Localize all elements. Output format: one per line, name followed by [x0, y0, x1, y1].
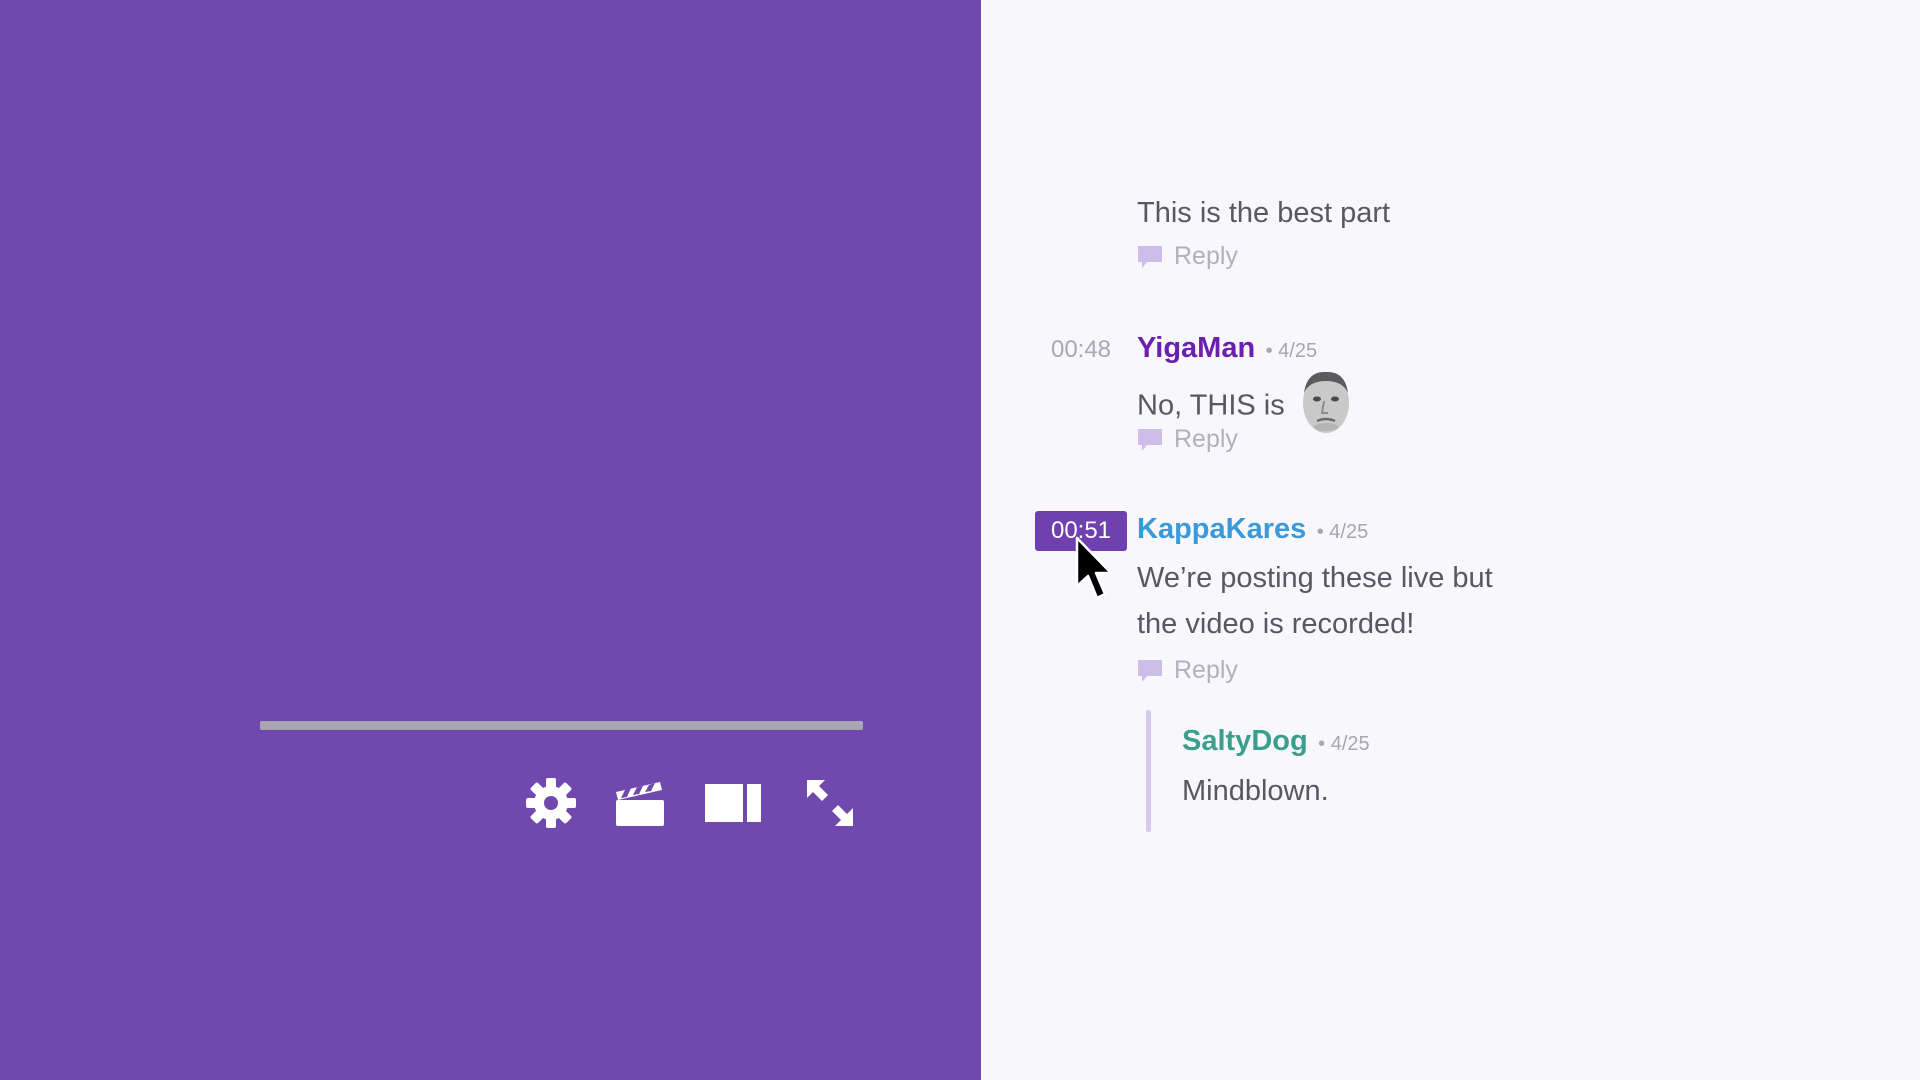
comment-message: No, THIS is	[1137, 389, 1285, 422]
comment-date: • 4/25	[1316, 521, 1369, 543]
video-player[interactable]	[0, 0, 981, 1080]
theater-mode-button[interactable]	[701, 772, 765, 834]
speech-bubble-icon	[1138, 659, 1162, 682]
comment-date: • 4/25	[1265, 340, 1318, 362]
comments-panel: This is the best part Reply 00:48 YigaMa…	[981, 0, 1920, 1080]
reply-label: Reply	[1174, 656, 1238, 684]
reply-button[interactable]: Reply	[1137, 242, 1238, 271]
clip-button[interactable]	[610, 772, 670, 834]
reply-label: Reply	[1174, 425, 1238, 453]
username[interactable]: KappaKares	[1137, 513, 1306, 545]
comment-timestamp[interactable]: 00:48	[1035, 330, 1127, 370]
reply-button[interactable]: Reply	[1137, 656, 1238, 685]
reply-button[interactable]: Reply	[1137, 425, 1238, 454]
gear-icon	[526, 778, 576, 828]
comment-header: KappaKares • 4/25	[1137, 513, 1368, 546]
speech-bubble-icon	[1138, 428, 1162, 451]
clapperboard-icon	[616, 782, 664, 826]
reply-header: SaltyDog • 4/25	[1182, 725, 1370, 758]
comment-message: This is the best part	[1137, 197, 1391, 229]
reply-label: Reply	[1174, 242, 1238, 270]
mouse-cursor-icon	[1075, 536, 1113, 600]
reply-message: Mindblown.	[1182, 775, 1329, 807]
reply-thread-line	[1146, 710, 1151, 832]
comment-date: • 4/25	[1318, 733, 1370, 755]
comment-message-line: We’re posting these live but	[1137, 562, 1493, 594]
comment-header: YigaMan • 4/25	[1137, 332, 1317, 365]
speech-bubble-icon	[1138, 245, 1162, 268]
kappa-emote-icon	[1302, 371, 1349, 433]
theater-mode-icon	[705, 784, 761, 822]
comment-message-line: the video is recorded!	[1137, 608, 1415, 640]
progress-bar[interactable]	[260, 721, 863, 730]
settings-button[interactable]	[521, 772, 581, 834]
username[interactable]: SaltyDog	[1182, 725, 1308, 757]
username[interactable]: YigaMan	[1137, 332, 1255, 364]
fullscreen-icon	[807, 780, 853, 826]
fullscreen-button[interactable]	[800, 772, 860, 834]
